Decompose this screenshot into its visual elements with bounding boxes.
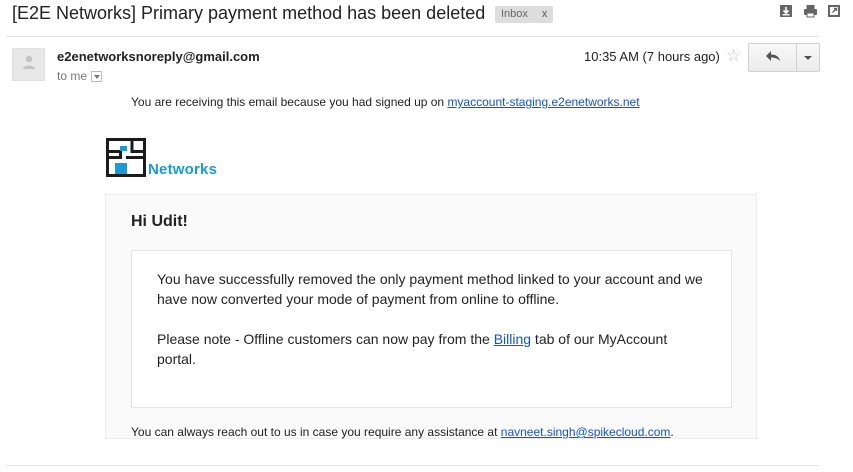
receiving-notice: You are receiving this email because you… [131, 95, 640, 109]
header-divider [6, 36, 819, 37]
assistance-note: You can always reach out to us in case y… [131, 425, 674, 439]
paragraph-text: Please note - Offline customers can now … [157, 331, 494, 347]
support-email-link[interactable]: navneet.singh@spikecloud.com [501, 425, 671, 439]
remove-label-button[interactable]: x [542, 8, 548, 20]
inbox-label[interactable]: Inbox x [495, 6, 554, 23]
subject-row: [E2E Networks] Primary payment method ha… [12, 2, 853, 28]
email-timestamp: 10:35 AM (7 hours ago) [584, 49, 720, 64]
bottom-divider [6, 465, 819, 466]
download-icon[interactable] [779, 4, 793, 18]
reply-icon [765, 49, 781, 67]
assistance-text: You can always reach out to us in case y… [131, 425, 501, 439]
reply-button[interactable] [749, 44, 797, 71]
e2e-networks-logo: Networks [106, 138, 218, 180]
logo-text: Networks [148, 161, 218, 178]
recipient-text: to me [57, 69, 88, 83]
sender-avatar[interactable] [12, 48, 45, 81]
chevron-down-icon [804, 55, 812, 60]
greeting: Hi Udit! [131, 213, 188, 230]
print-icon[interactable] [803, 4, 817, 18]
sender-address[interactable]: e2enetworksnoreply@gmail.com [57, 49, 260, 64]
star-icon[interactable]: ☆ [726, 46, 741, 66]
billing-link[interactable]: Billing [494, 331, 531, 347]
message-card: Hi Udit! You have successfully removed t… [105, 194, 757, 439]
open-new-window-icon[interactable] [827, 4, 841, 18]
show-details-dropdown[interactable] [91, 70, 103, 82]
receiving-text: You are receiving this email because you… [131, 95, 448, 109]
message-body: You have successfully removed the only p… [131, 250, 732, 408]
label-text: Inbox [501, 8, 528, 20]
top-toolbar [779, 4, 841, 18]
email-subject: [E2E Networks] Primary payment method ha… [12, 3, 486, 23]
paragraph-payment-removed: You have successfully removed the only p… [157, 271, 703, 307]
paragraph-billing-note: Please note - Offline customers can now … [157, 329, 706, 369]
more-actions-button[interactable] [797, 44, 819, 71]
assistance-suffix: . [670, 425, 674, 439]
person-icon [21, 54, 37, 75]
signup-site-link[interactable]: myaccount-staging.e2enetworks.net [447, 95, 639, 109]
reply-button-group [748, 43, 820, 72]
recipient-line: to me [57, 69, 103, 83]
